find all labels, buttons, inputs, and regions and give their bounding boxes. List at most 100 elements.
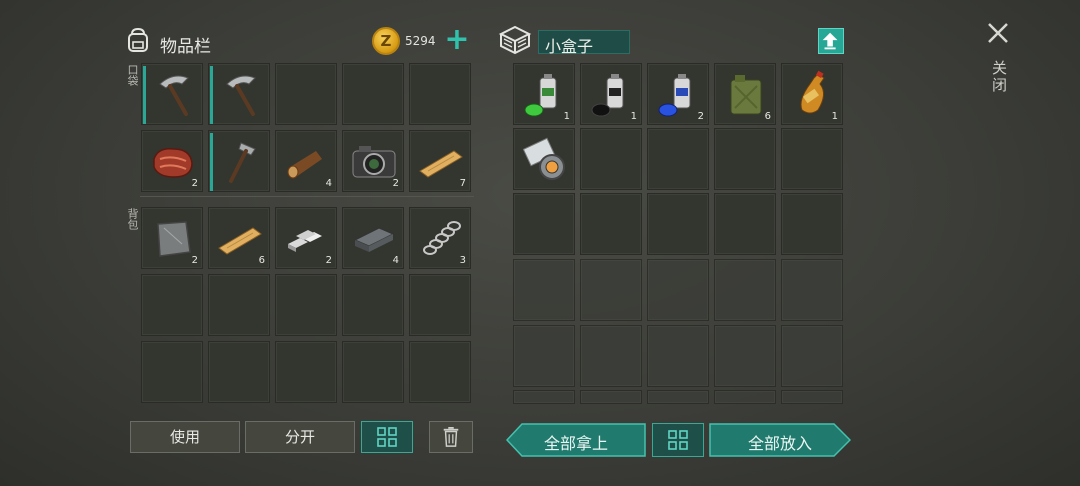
backpack-slot[interactable]: [409, 274, 471, 336]
aluminum-ingots-icon: [288, 230, 322, 252]
container-slot[interactable]: [714, 259, 776, 321]
item-count: 2: [191, 255, 198, 266]
camera-icon: [352, 146, 396, 178]
container-slot[interactable]: 1: [580, 63, 642, 125]
upload-icon: [822, 32, 838, 50]
backpack-slot[interactable]: [275, 341, 337, 403]
grid-icon: [668, 430, 688, 450]
plank-icon: [218, 227, 262, 255]
steak-icon: [153, 147, 193, 178]
pocket-slot[interactable]: [275, 63, 337, 125]
inventory-title: 物品栏: [160, 37, 211, 57]
blue-spray-paint-icon: [658, 74, 691, 117]
backpack-slot[interactable]: 2: [141, 207, 203, 269]
item-count: 2: [697, 111, 704, 122]
container-slot[interactable]: [647, 390, 709, 404]
delete-button[interactable]: [429, 421, 473, 453]
container-slot[interactable]: [781, 259, 843, 321]
pocket-slot[interactable]: [141, 63, 203, 125]
container-slot[interactable]: [580, 259, 642, 321]
backpack-slot[interactable]: [141, 274, 203, 336]
container-slot[interactable]: [714, 193, 776, 255]
equipped-marker: [210, 66, 213, 124]
trash-icon: [443, 427, 459, 447]
backpack-slot[interactable]: [141, 341, 203, 403]
take-all-label: 全部拿上: [543, 434, 608, 453]
backpack-label: 背包: [126, 208, 139, 230]
equipped-marker: [210, 133, 213, 191]
container-slot[interactable]: [513, 259, 575, 321]
backpack-slot[interactable]: [275, 274, 337, 336]
container-slot[interactable]: [513, 325, 575, 387]
pickaxe-icon: [226, 75, 256, 116]
item-count: 7: [459, 178, 466, 189]
container-slot[interactable]: 1: [513, 63, 575, 125]
grid-icon: [377, 427, 397, 447]
item-count: 2: [325, 255, 332, 266]
put-all-button[interactable]: 全部放入: [709, 423, 851, 457]
container-slot[interactable]: [714, 128, 776, 190]
take-all-button[interactable]: 全部拿上: [506, 423, 646, 457]
sort-inventory-button[interactable]: [361, 421, 413, 453]
container-slot[interactable]: [647, 128, 709, 190]
coin-balance: 5294: [405, 34, 436, 48]
container-slot[interactable]: [513, 128, 575, 190]
backpack-slot[interactable]: 6: [208, 207, 270, 269]
container-slot[interactable]: [580, 128, 642, 190]
pocket-slot[interactable]: [208, 130, 270, 192]
container-slot[interactable]: [647, 325, 709, 387]
pocket-slot[interactable]: 4: [275, 130, 337, 192]
backpack-slot[interactable]: 4: [342, 207, 404, 269]
container-slot[interactable]: [580, 193, 642, 255]
spring-icon: [423, 221, 461, 255]
container-slot[interactable]: [647, 259, 709, 321]
backpack-slot[interactable]: [409, 341, 471, 403]
container-slot[interactable]: [781, 193, 843, 255]
plus-icon[interactable]: +: [444, 25, 470, 55]
pocket-slot[interactable]: [208, 63, 270, 125]
upload-button[interactable]: [818, 28, 844, 54]
backpack-slot[interactable]: [208, 341, 270, 403]
sort-container-button[interactable]: [652, 423, 704, 457]
backpack-slot[interactable]: [342, 341, 404, 403]
backpack-slot[interactable]: [208, 274, 270, 336]
split-button[interactable]: 分开: [245, 421, 355, 453]
backpack-slot[interactable]: [342, 274, 404, 336]
use-button[interactable]: 使用: [130, 421, 240, 453]
backpack-slot[interactable]: 3: [409, 207, 471, 269]
log-icon: [287, 151, 322, 179]
container-slot[interactable]: 2: [647, 63, 709, 125]
backpack-icon: [128, 27, 148, 52]
item-count: 2: [191, 178, 198, 189]
container-slot[interactable]: [714, 390, 776, 404]
container-slot[interactable]: [580, 390, 642, 404]
green-spray-paint-icon: [524, 74, 557, 117]
container-slot[interactable]: [647, 193, 709, 255]
backpack-slot[interactable]: 2: [275, 207, 337, 269]
pocket-slot[interactable]: [409, 63, 471, 125]
pocket-slot[interactable]: 7: [409, 130, 471, 192]
metal-scrap-icon: [157, 221, 191, 257]
item-count: 3: [459, 255, 466, 266]
container-slot[interactable]: 1: [781, 63, 843, 125]
container-slot[interactable]: [580, 325, 642, 387]
item-count: 6: [764, 111, 771, 122]
pocket-slot[interactable]: 2: [141, 130, 203, 192]
pickaxe-icon: [159, 75, 189, 116]
container-slot[interactable]: [714, 325, 776, 387]
item-count: 1: [563, 111, 570, 122]
black-spray-paint-icon: [591, 74, 624, 117]
soda-bottle-icon: [800, 70, 825, 114]
container-slot[interactable]: [513, 193, 575, 255]
container-slot[interactable]: [781, 390, 843, 404]
close-label[interactable]: 关闭: [986, 60, 1010, 94]
pocket-slot[interactable]: [342, 63, 404, 125]
container-slot[interactable]: [781, 128, 843, 190]
container-slot[interactable]: [513, 390, 575, 404]
item-count: 1: [630, 111, 637, 122]
container-slot[interactable]: [781, 325, 843, 387]
pocket-slot[interactable]: 2: [342, 130, 404, 192]
jerrycan-icon: [730, 75, 762, 115]
container-slot[interactable]: 6: [714, 63, 776, 125]
close-icon[interactable]: [985, 20, 1011, 46]
